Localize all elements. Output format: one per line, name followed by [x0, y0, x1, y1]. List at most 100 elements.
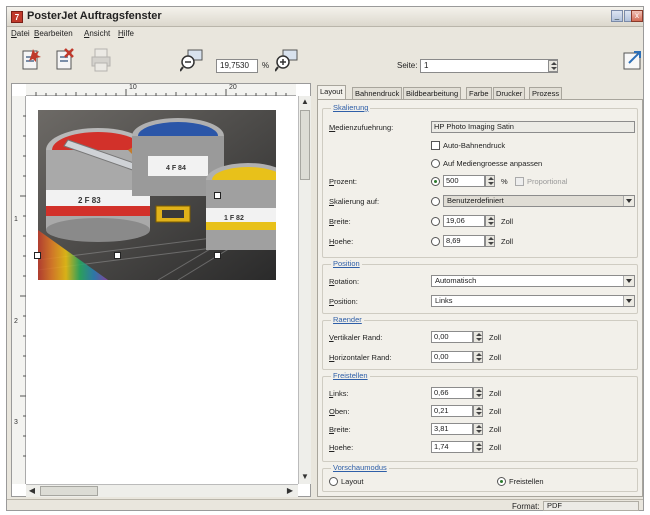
zoom-out-icon[interactable] — [179, 47, 204, 73]
vertikal-spinner[interactable] — [473, 331, 483, 343]
proportional-checkbox[interactable] — [515, 177, 524, 186]
freistellen-hoehe-spinner[interactable] — [473, 441, 483, 453]
group-title-position: Position — [331, 259, 362, 268]
position-dropdown[interactable]: Links — [431, 295, 635, 307]
crop-handle[interactable] — [214, 192, 221, 199]
page-input[interactable]: 1 — [420, 59, 558, 73]
chevron-down-icon[interactable] — [623, 296, 634, 306]
preview-vertical-scrollbar[interactable]: ▲ ▼ — [298, 96, 311, 484]
print-icon[interactable] — [89, 47, 113, 73]
chevron-down-icon[interactable] — [623, 276, 634, 286]
oben-input[interactable]: 0,21 — [431, 405, 473, 417]
tab-layout[interactable]: Layout — [317, 85, 346, 100]
minimize-button[interactable]: _ — [611, 10, 623, 22]
links-spinner[interactable] — [473, 387, 483, 399]
tab-prozess[interactable]: Prozess — [529, 87, 563, 99]
vorschau-layout-radio[interactable] — [329, 477, 338, 486]
group-freistellen: Freistellen Links: 0,66 Zoll Oben: 0,21 … — [322, 371, 638, 462]
oben-unit: Zoll — [489, 407, 502, 416]
prozent-input[interactable]: 500 — [443, 175, 485, 187]
skalierung-auf-dropdown[interactable]: Benutzerdefiniert — [443, 195, 635, 207]
main-window: 7 PosterJet Auftragsfenster _ x Datei Be… — [6, 6, 644, 511]
tab-drucker[interactable]: Drucker — [493, 87, 526, 99]
crop-handle[interactable] — [214, 252, 221, 259]
hoehe-input[interactable]: 8,69 — [443, 235, 485, 247]
freistellen-breite-label: Breite: — [329, 425, 351, 434]
group-vorschaumodus: Vorschaumodus Layout Freistellen — [322, 463, 638, 492]
breite-spinner[interactable] — [485, 215, 495, 227]
proportional-label: Proportional — [527, 177, 568, 186]
oben-label: Oben: — [329, 407, 350, 416]
hoehe-spinner[interactable] — [485, 235, 495, 247]
preview-horizontal-scrollbar[interactable]: ◀ ▶ — [26, 484, 298, 497]
rotation-label: Rotation: — [329, 277, 360, 286]
prozent-spinner[interactable] — [485, 175, 495, 187]
tab-bahnendruck[interactable]: Bahnendruck — [352, 87, 403, 99]
horizontal-unit: Zoll — [489, 353, 502, 362]
crop-handle[interactable] — [34, 252, 41, 259]
title-bar: 7 PosterJet Auftragsfenster _ x — [7, 7, 643, 27]
vertikal-input[interactable]: 0,00 — [431, 331, 473, 343]
toolbar: 19,7530 % Seite: 1 — [7, 43, 643, 79]
breite-input[interactable]: 19,06 — [443, 215, 485, 227]
scroll-down-icon[interactable]: ▼ — [299, 471, 311, 483]
delete-job-icon[interactable] — [53, 47, 77, 73]
vertikal-label: Vertikaler Rand: — [329, 333, 383, 342]
scroll-left-icon[interactable]: ◀ — [26, 485, 38, 497]
ruler-v-label: 1 — [14, 216, 18, 223]
menu-ansicht[interactable]: Ansicht — [84, 29, 110, 38]
zoom-unit: % — [262, 61, 270, 70]
skalierung-auf-label: Skalierung auf: — [329, 197, 380, 206]
export-icon[interactable] — [621, 47, 645, 73]
hoehe-radio[interactable] — [431, 237, 440, 246]
freistellen-breite-spinner[interactable] — [473, 423, 483, 435]
tab-bar: Layout Bahnendruck Bildbearbeitung Farbe… — [317, 85, 643, 100]
scroll-right-icon[interactable]: ▶ — [284, 485, 296, 497]
rotation-dropdown[interactable]: Automatisch — [431, 275, 635, 287]
close-button[interactable]: x — [631, 10, 643, 22]
app-icon: 7 — [11, 11, 23, 23]
window-title: PosterJet Auftragsfenster — [27, 10, 162, 22]
group-position: Position Rotation: Automatisch Position:… — [322, 259, 638, 314]
menu-hilfe[interactable]: Hilfe — [118, 29, 134, 38]
scroll-thumb[interactable] — [40, 486, 98, 496]
links-input[interactable]: 0,66 — [431, 387, 473, 399]
vorschau-freistellen-radio[interactable] — [497, 477, 506, 486]
zoom-in-icon[interactable] — [274, 47, 299, 73]
menu-bearbeiten[interactable]: Bearbeiten — [34, 29, 73, 38]
print-image[interactable]: 2 F 83 4 F 84 1 F 82 — [37, 110, 290, 281]
auto-bahnendruck-checkbox[interactable] — [431, 141, 440, 150]
oben-spinner[interactable] — [473, 405, 483, 417]
horizontal-input[interactable]: 0,00 — [431, 351, 473, 363]
freistellen-hoehe-input[interactable]: 1,74 — [431, 441, 473, 453]
zoom-input[interactable]: 19,7530 — [216, 59, 258, 73]
freistellen-breite-input[interactable]: 3,81 — [431, 423, 473, 435]
freistellen-hoehe-unit: Zoll — [489, 443, 502, 452]
tab-bildbearbeitung[interactable]: Bildbearbeitung — [403, 87, 462, 99]
tab-farbe[interactable]: Farbe — [466, 87, 492, 99]
page-spinner[interactable] — [548, 60, 558, 72]
hoehe-label: Hoehe: — [329, 237, 354, 246]
vertikal-unit: Zoll — [489, 333, 502, 342]
scroll-up-icon[interactable]: ▲ — [299, 96, 311, 108]
new-job-icon[interactable] — [19, 47, 43, 73]
chevron-down-icon[interactable] — [623, 196, 634, 206]
group-skalierung: Skalierung Medienzufuehrung: HP Photo Im… — [322, 103, 638, 258]
auto-bahnendruck-label: Auto-Bahnendruck — [443, 141, 506, 150]
skalierung-auf-radio[interactable] — [431, 197, 440, 206]
preview-sheet: 2 F 83 4 F 84 1 F 82 — [26, 96, 296, 484]
group-title-skalierung: Skalierung — [331, 103, 371, 112]
freistellen-hoehe-label: Hoehe: — [329, 443, 354, 452]
preview-pane: 10 20 1 2 3 2 F 83 4 F 84 1 F 82 ▲ ▼ ◀ ▶ — [11, 83, 311, 497]
scroll-thumb[interactable] — [300, 110, 310, 180]
breite-radio[interactable] — [431, 217, 440, 226]
horizontal-spinner[interactable] — [473, 351, 483, 363]
rotation-value: Automatisch — [435, 276, 477, 285]
properties-pane: Layout Bahnendruck Bildbearbeitung Farbe… — [317, 85, 643, 497]
medium-label: Medienzufuehrung: — [329, 123, 394, 132]
svg-text:2 F 83: 2 F 83 — [78, 196, 101, 205]
mediengroesse-radio[interactable] — [431, 159, 440, 168]
prozent-radio[interactable] — [431, 177, 440, 186]
menu-datei[interactable]: Datei — [11, 29, 30, 38]
crop-handle[interactable] — [114, 252, 121, 259]
